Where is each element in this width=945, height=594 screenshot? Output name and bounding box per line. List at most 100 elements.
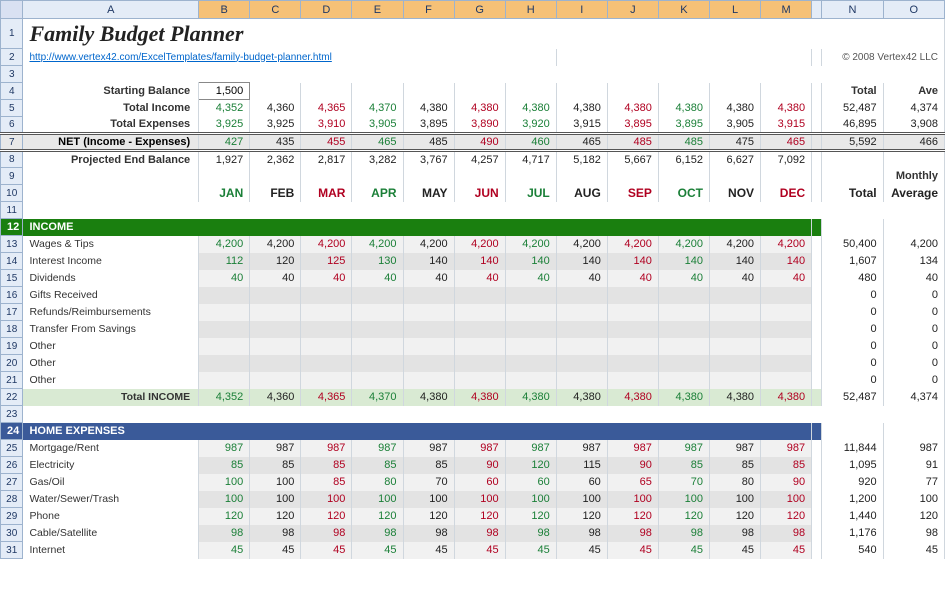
summary-cell[interactable]: 4,257 <box>454 151 505 168</box>
summary-cell[interactable]: 3,915 <box>761 117 812 134</box>
home-cell[interactable]: 45 <box>199 542 250 559</box>
home-cell[interactable]: 45 <box>556 542 607 559</box>
home-cell[interactable]: 80 <box>709 474 760 491</box>
home-cell[interactable]: 90 <box>607 457 658 474</box>
income-cell[interactable] <box>403 338 454 355</box>
home-cell[interactable]: 90 <box>761 474 812 491</box>
home-cell[interactable]: 100 <box>709 491 760 508</box>
home-cell[interactable]: 45 <box>607 542 658 559</box>
summary-cell[interactable]: 2,817 <box>301 151 352 168</box>
summary-cell[interactable]: 485 <box>607 134 658 151</box>
summary-cell[interactable]: 465 <box>556 134 607 151</box>
col-header[interactable]: E <box>352 1 403 19</box>
home-cell[interactable]: 98 <box>403 525 454 542</box>
income-cell[interactable] <box>556 372 607 389</box>
home-cell[interactable]: 85 <box>301 457 352 474</box>
income-cell[interactable] <box>607 287 658 304</box>
income-cell[interactable] <box>658 338 709 355</box>
col-header[interactable]: C <box>250 1 301 19</box>
row-header[interactable]: 26 <box>1 457 23 474</box>
income-cell[interactable] <box>250 372 301 389</box>
summary-cell[interactable]: 5,667 <box>607 151 658 168</box>
row-header[interactable]: 2 <box>1 49 23 66</box>
income-cell[interactable]: 4,200 <box>556 236 607 253</box>
income-cell[interactable] <box>505 355 556 372</box>
income-cell[interactable] <box>761 338 812 355</box>
summary-cell[interactable]: 435 <box>250 134 301 151</box>
home-cell[interactable]: 45 <box>658 542 709 559</box>
template-link[interactable]: http://www.vertex42.com/ExcelTemplates/f… <box>23 49 556 66</box>
home-cell[interactable]: 98 <box>761 525 812 542</box>
row-header[interactable]: 14 <box>1 253 23 270</box>
home-cell[interactable]: 60 <box>556 474 607 491</box>
row-header[interactable]: 13 <box>1 236 23 253</box>
row-header[interactable]: 6 <box>1 117 23 134</box>
home-cell[interactable]: 120 <box>199 508 250 525</box>
income-cell[interactable] <box>556 338 607 355</box>
summary-cell[interactable]: 4,380 <box>505 100 556 117</box>
home-cell[interactable]: 120 <box>301 508 352 525</box>
income-cell[interactable] <box>199 372 250 389</box>
income-cell[interactable]: 140 <box>761 253 812 270</box>
home-cell[interactable]: 98 <box>199 525 250 542</box>
income-cell[interactable]: 120 <box>250 253 301 270</box>
row-header[interactable]: 12 <box>1 219 23 236</box>
income-cell[interactable] <box>761 372 812 389</box>
home-cell[interactable]: 45 <box>403 542 454 559</box>
home-cell[interactable]: 120 <box>556 508 607 525</box>
col-header[interactable]: N <box>822 1 883 19</box>
income-cell[interactable]: 40 <box>301 270 352 287</box>
home-cell[interactable]: 987 <box>709 440 760 457</box>
summary-cell[interactable]: 4,380 <box>403 100 454 117</box>
income-cell[interactable]: 4,200 <box>199 236 250 253</box>
income-cell[interactable] <box>352 304 403 321</box>
home-cell[interactable]: 45 <box>352 542 403 559</box>
income-cell[interactable]: 130 <box>352 253 403 270</box>
home-cell[interactable]: 45 <box>505 542 556 559</box>
summary-cell[interactable]: 3,282 <box>352 151 403 168</box>
income-cell[interactable] <box>761 321 812 338</box>
home-cell[interactable]: 60 <box>505 474 556 491</box>
income-cell[interactable] <box>250 321 301 338</box>
summary-cell[interactable]: 465 <box>352 134 403 151</box>
income-cell[interactable]: 112 <box>199 253 250 270</box>
row-header[interactable]: 10 <box>1 185 23 202</box>
col-header[interactable]: L <box>709 1 760 19</box>
income-cell[interactable] <box>556 321 607 338</box>
home-cell[interactable]: 987 <box>556 440 607 457</box>
income-cell[interactable]: 4,200 <box>607 236 658 253</box>
income-cell[interactable] <box>505 338 556 355</box>
income-cell[interactable]: 40 <box>250 270 301 287</box>
row-header[interactable]: 25 <box>1 440 23 457</box>
col-header[interactable]: J <box>607 1 658 19</box>
income-cell[interactable] <box>505 287 556 304</box>
home-cell[interactable]: 100 <box>352 491 403 508</box>
col-header[interactable]: B <box>199 1 250 19</box>
row-header[interactable]: 16 <box>1 287 23 304</box>
income-cell[interactable]: 4,200 <box>301 236 352 253</box>
income-cell[interactable] <box>301 372 352 389</box>
col-header[interactable]: G <box>454 1 505 19</box>
home-cell[interactable]: 65 <box>607 474 658 491</box>
summary-cell[interactable]: 3,925 <box>199 117 250 134</box>
home-cell[interactable]: 70 <box>403 474 454 491</box>
home-cell[interactable]: 120 <box>505 508 556 525</box>
row-header[interactable]: 24 <box>1 423 23 440</box>
col-header[interactable]: H <box>505 1 556 19</box>
income-cell[interactable]: 125 <box>301 253 352 270</box>
summary-cell[interactable]: 3,905 <box>709 117 760 134</box>
income-cell[interactable]: 40 <box>454 270 505 287</box>
income-cell[interactable] <box>505 304 556 321</box>
home-cell[interactable]: 98 <box>658 525 709 542</box>
row-header[interactable]: 3 <box>1 66 23 83</box>
row-header[interactable]: 27 <box>1 474 23 491</box>
home-cell[interactable]: 987 <box>607 440 658 457</box>
income-cell[interactable]: 140 <box>607 253 658 270</box>
home-cell[interactable]: 987 <box>403 440 454 457</box>
home-cell[interactable]: 115 <box>556 457 607 474</box>
row-header[interactable]: 8 <box>1 151 23 168</box>
income-cell[interactable] <box>556 287 607 304</box>
income-cell[interactable]: 4,200 <box>454 236 505 253</box>
row-header[interactable]: 30 <box>1 525 23 542</box>
summary-cell[interactable]: 490 <box>454 134 505 151</box>
